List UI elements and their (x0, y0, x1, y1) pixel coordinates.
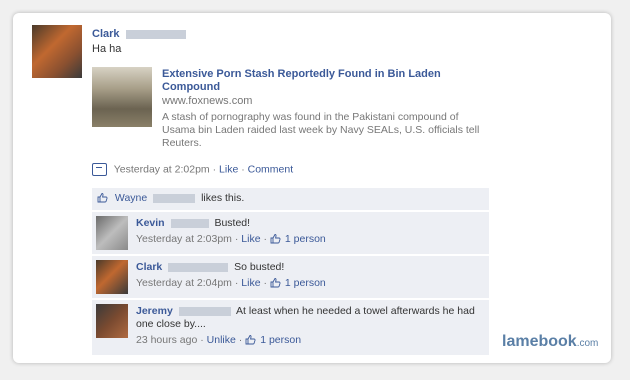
liker-name[interactable]: Wayne (115, 192, 147, 204)
link-thumbnail[interactable] (92, 67, 152, 127)
comment-like-link[interactable]: Like (241, 277, 260, 289)
like-count[interactable]: 1 person (260, 334, 301, 346)
redacted-surname (168, 262, 229, 272)
like-link[interactable]: Like (219, 163, 238, 175)
comment-meta: Yesterday at 2:03pm · Like · 1 person (136, 233, 326, 245)
author-avatar[interactable] (32, 25, 82, 78)
likes-suffix: likes this. (201, 192, 245, 204)
comment-time[interactable]: 23 hours ago (136, 334, 197, 346)
comment-time[interactable]: Yesterday at 2:04pm (136, 277, 232, 289)
thumbs-up-icon (245, 335, 256, 345)
post-card: Clark Ha ha Extensive Porn Stash Reporte… (13, 13, 611, 363)
redacted-surname (125, 29, 186, 39)
post-time[interactable]: Yesterday at 2:02pm (114, 163, 210, 175)
comment-meta: 23 hours ago · Unlike · 1 person (136, 334, 302, 346)
like-count[interactable]: 1 person (285, 233, 326, 245)
comment-item: Kevin Busted! Yesterday at 2:03pm · Like… (92, 212, 489, 254)
separator: · (212, 163, 217, 176)
commenter-name[interactable]: Clark (136, 261, 162, 273)
commenter-avatar[interactable] (96, 216, 128, 250)
brand-suffix: .com (576, 338, 599, 349)
link-title[interactable]: Extensive Porn Stash Reportedly Found in… (162, 68, 462, 94)
commenter-avatar[interactable] (96, 260, 128, 294)
thumbs-up-icon (97, 193, 108, 203)
author-name-text[interactable]: Clark (92, 28, 120, 40)
comment-text: Busted! (214, 217, 251, 229)
comment-unlike-link[interactable]: Unlike (207, 334, 236, 346)
post-meta: Yesterday at 2:02pm · Like · Comment (92, 163, 293, 176)
commenter-avatar[interactable] (96, 304, 128, 338)
comment-text: So busted! (234, 261, 285, 273)
redacted-surname (178, 306, 231, 316)
comment-body: Kevin Busted! Yesterday at 2:03pm · Like… (136, 217, 481, 246)
comment-link[interactable]: Comment (248, 163, 294, 175)
brand-main: lamebook (502, 333, 577, 350)
post-icon (92, 163, 107, 176)
like-count[interactable]: 1 person (285, 277, 326, 289)
link-url[interactable]: www.foxnews.com (162, 95, 252, 107)
commenter-name[interactable]: Kevin (136, 217, 165, 229)
comment-body: Jeremy At least when he needed a towel a… (136, 305, 481, 347)
redacted-surname (170, 218, 209, 228)
likes-row: Wayne likes this. (92, 188, 489, 210)
thumbs-up-icon (270, 278, 281, 288)
author-name[interactable]: Clark (92, 28, 186, 40)
likes-text: Wayne likes this. (97, 192, 244, 204)
redacted-surname (153, 193, 196, 203)
separator: · (241, 163, 245, 176)
status-text: Ha ha (92, 43, 122, 55)
commenter-name[interactable]: Jeremy (136, 305, 173, 317)
comment-body: Clark So busted! Yesterday at 2:04pm · L… (136, 261, 481, 290)
comment-time[interactable]: Yesterday at 2:03pm (136, 233, 232, 245)
thumbs-up-icon (270, 234, 281, 244)
comment-like-link[interactable]: Like (241, 233, 260, 245)
link-description: A stash of pornography was found in the … (162, 111, 480, 149)
comment-meta: Yesterday at 2:04pm · Like · 1 person (136, 277, 326, 289)
comment-item: Jeremy At least when he needed a towel a… (92, 300, 489, 355)
comment-item: Clark So busted! Yesterday at 2:04pm · L… (92, 256, 489, 298)
lamebook-logo: lamebook.com (502, 333, 598, 351)
